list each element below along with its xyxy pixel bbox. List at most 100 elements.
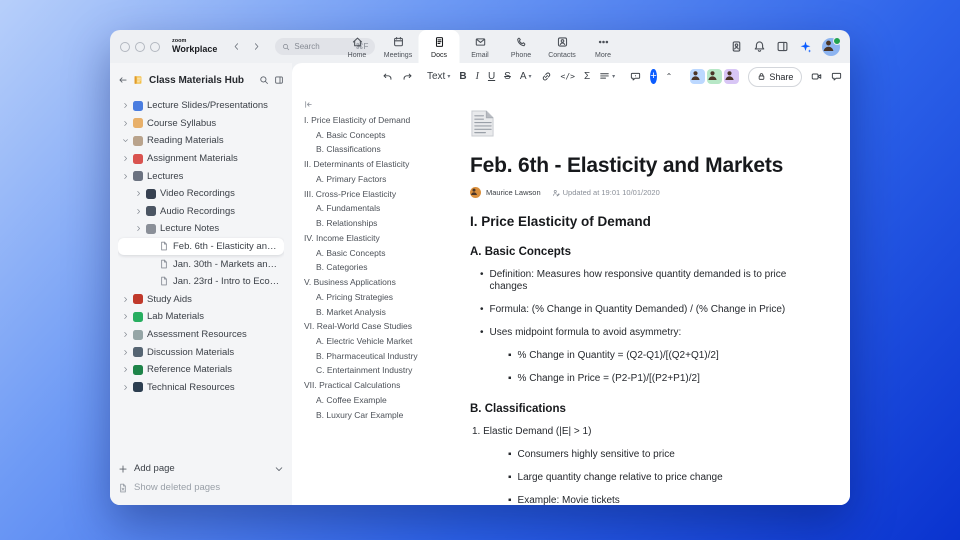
insert-link-icon[interactable] bbox=[541, 71, 552, 82]
chevron-right-icon[interactable] bbox=[135, 190, 142, 197]
outline-item[interactable]: B. Categories bbox=[304, 263, 456, 272]
insert-block-button[interactable]: + bbox=[650, 69, 657, 84]
strikethrough-button[interactable]: S bbox=[504, 71, 511, 82]
tab-email[interactable]: Email bbox=[460, 30, 501, 63]
outline-collapse-icon[interactable] bbox=[304, 100, 313, 109]
sidebar-folder-item[interactable]: Audio Recordings bbox=[118, 203, 284, 221]
side-panel-toggle-icon[interactable] bbox=[776, 40, 789, 53]
tab-contacts[interactable]: Contacts bbox=[542, 30, 583, 63]
sidebar-folder-item[interactable]: Reading Materials bbox=[118, 132, 284, 150]
outline-item[interactable]: I. Price Elasticity of Demand bbox=[304, 116, 456, 125]
collaborator-avatar[interactable] bbox=[724, 69, 740, 84]
tab-more[interactable]: More bbox=[583, 30, 624, 63]
italic-button[interactable]: I bbox=[476, 71, 479, 82]
equation-button[interactable]: Σ bbox=[584, 71, 590, 82]
outline-item[interactable]: II. Determinants of Elasticity bbox=[304, 160, 456, 169]
collapse-toolbar-icon[interactable]: ⌃ bbox=[666, 72, 673, 81]
chevron-right-icon[interactable] bbox=[122, 349, 129, 356]
outline-item[interactable]: IV. Income Elasticity bbox=[304, 234, 456, 243]
tab-meetings[interactable]: Meetings bbox=[378, 30, 419, 63]
sidebar-page-item[interactable]: Jan. 30th - Markets and P... bbox=[118, 255, 284, 273]
add-page-menu-icon[interactable] bbox=[274, 464, 284, 474]
outline-item[interactable]: A. Coffee Example bbox=[304, 396, 456, 405]
outline-item[interactable]: B. Pharmaceutical Industry bbox=[304, 352, 456, 361]
underline-button[interactable]: U bbox=[488, 71, 495, 82]
doc-subheading[interactable]: A. Basic Concepts bbox=[470, 246, 798, 258]
text-color-dropdown[interactable]: A ▾ bbox=[520, 71, 532, 82]
sidebar-back-icon[interactable] bbox=[118, 75, 128, 85]
sidebar-folder-item[interactable]: Video Recordings bbox=[118, 185, 284, 203]
ai-companion-icon[interactable] bbox=[799, 40, 812, 53]
sidebar-page-item[interactable]: Jan. 23rd - Intro to Econo... bbox=[118, 273, 284, 291]
text-style-dropdown[interactable]: Text ▾ bbox=[427, 71, 450, 82]
document-title[interactable]: Feb. 6th - Elasticity and Markets bbox=[470, 154, 798, 178]
doc-bullet-item[interactable]: • Formula: (% Change in Quantity Demanded… bbox=[470, 304, 798, 317]
sidebar-collapse-icon[interactable] bbox=[274, 75, 284, 85]
outline-item[interactable]: A. Electric Vehicle Market bbox=[304, 337, 456, 346]
chevron-right-icon[interactable] bbox=[122, 331, 129, 338]
chevron-right-icon[interactable] bbox=[122, 173, 129, 180]
window-controls[interactable] bbox=[120, 41, 160, 52]
comment-icon[interactable] bbox=[630, 71, 641, 82]
tab-phone[interactable]: Phone bbox=[501, 30, 542, 63]
outline-item[interactable]: B. Market Analysis bbox=[304, 308, 456, 317]
chevron-right-icon[interactable] bbox=[122, 155, 129, 162]
outline-item[interactable]: B. Luxury Car Example bbox=[304, 411, 456, 420]
doc-bullet-item[interactable]: ▪% Change in Quantity = (Q2-Q1)/[(Q2+Q1)… bbox=[470, 350, 798, 363]
sidebar-search-icon[interactable] bbox=[259, 75, 269, 85]
video-call-icon[interactable] bbox=[811, 71, 822, 82]
nav-forward-button[interactable] bbox=[249, 40, 263, 54]
sidebar-folder-item[interactable]: Technical Resources bbox=[118, 379, 284, 397]
chevron-right-icon[interactable] bbox=[122, 366, 129, 373]
user-avatar[interactable] bbox=[822, 36, 841, 56]
nav-back-button[interactable] bbox=[229, 40, 243, 54]
sidebar-folder-item[interactable]: Reference Materials bbox=[118, 361, 284, 379]
outline-item[interactable]: C. Entertainment Industry bbox=[304, 366, 456, 375]
chevron-down-icon[interactable] bbox=[122, 137, 129, 144]
sidebar-folder-item[interactable]: Course Syllabus bbox=[118, 115, 284, 133]
window-close-button[interactable] bbox=[120, 41, 130, 52]
code-block-button[interactable]: </> bbox=[561, 72, 575, 81]
sidebar-folder-item[interactable]: Lecture Notes bbox=[118, 220, 284, 238]
sidebar-folder-item[interactable]: Assignment Materials bbox=[118, 150, 284, 168]
show-deleted-pages-button[interactable]: Show deleted pages bbox=[118, 478, 284, 497]
sidebar-folder-item[interactable]: Discussion Materials bbox=[118, 343, 284, 361]
chevron-right-icon[interactable] bbox=[135, 225, 142, 232]
outline-item[interactable]: A. Basic Concepts bbox=[304, 249, 456, 258]
chat-icon[interactable] bbox=[831, 71, 842, 82]
outline-item[interactable]: B. Relationships bbox=[304, 219, 456, 228]
outline-item[interactable]: A. Fundamentals bbox=[304, 204, 456, 213]
collaborator-avatar[interactable] bbox=[690, 69, 706, 84]
doc-bullet-item[interactable]: ▪ Large quantity change relative to price… bbox=[470, 472, 798, 485]
outline-item[interactable]: VI. Real-World Case Studies bbox=[304, 322, 456, 331]
outline-item[interactable]: III. Cross-Price Elasticity bbox=[304, 190, 456, 199]
outline-item[interactable]: A. Pricing Strategies bbox=[304, 293, 456, 302]
doc-bullet-item[interactable]: ▪% Change in Price = (P2-P1)/[(P2+P1)/2] bbox=[470, 373, 798, 386]
window-zoom-button[interactable] bbox=[150, 41, 160, 52]
notifications-bell-icon[interactable] bbox=[753, 40, 766, 53]
alignment-dropdown[interactable]: ▾ bbox=[599, 71, 615, 82]
document-canvas[interactable]: Feb. 6th - Elasticity and Markets Mauric… bbox=[460, 90, 850, 505]
share-button[interactable]: Share bbox=[748, 66, 803, 87]
doc-numbered-item[interactable]: 1. Elastic Demand (|E| > 1) bbox=[470, 426, 798, 439]
undo-button[interactable] bbox=[382, 71, 393, 82]
sidebar-folder-item[interactable]: Lab Materials bbox=[118, 308, 284, 326]
outline-item[interactable]: V. Business Applications bbox=[304, 278, 456, 287]
sidebar-folder-item[interactable]: Study Aids bbox=[118, 291, 284, 309]
sidebar-page-item[interactable]: Feb. 6th - Elasticity and M... bbox=[118, 237, 284, 256]
doc-bullet-item[interactable]: ▪ Example: Movie tickets bbox=[470, 495, 798, 505]
doc-heading[interactable]: I. Price Elasticity of Demand bbox=[470, 214, 798, 229]
outline-item[interactable]: B. Classifications bbox=[304, 145, 456, 154]
chevron-right-icon[interactable] bbox=[122, 384, 129, 391]
add-page-button[interactable]: Add page bbox=[118, 459, 284, 478]
chevron-right-icon[interactable] bbox=[135, 208, 142, 215]
redo-button[interactable] bbox=[402, 71, 413, 82]
outline-item[interactable]: A. Primary Factors bbox=[304, 175, 456, 184]
window-minimize-button[interactable] bbox=[135, 41, 145, 52]
tab-home[interactable]: Home bbox=[337, 30, 378, 63]
tab-docs[interactable]: Docs bbox=[418, 30, 460, 63]
doc-bullet-item[interactable]: • Definition: Measures how responsive qua… bbox=[470, 269, 798, 294]
chevron-right-icon[interactable] bbox=[122, 120, 129, 127]
sidebar-folder-item[interactable]: Lecture Slides/Presentations bbox=[118, 97, 284, 115]
chevron-right-icon[interactable] bbox=[122, 296, 129, 303]
